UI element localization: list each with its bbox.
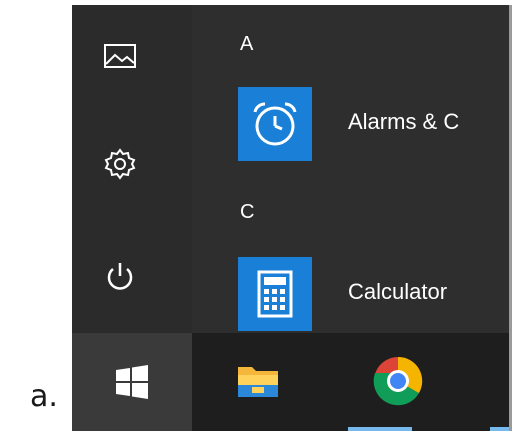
chrome-active-indicator: [348, 427, 412, 431]
figure-caption: a.: [30, 379, 58, 414]
app-label-alarms: Alarms & C: [348, 109, 460, 134]
power-icon: [107, 263, 133, 290]
settings-gear-icon: [104, 148, 136, 180]
start-left-rail: [72, 5, 192, 333]
app-label-calculator: Calculator: [348, 279, 448, 304]
file-explorer-icon: [238, 367, 278, 397]
pictures-button[interactable]: [97, 33, 143, 79]
section-header-a[interactable]: A: [240, 33, 253, 56]
calculator-icon: [257, 270, 293, 318]
windows-logo-icon: [116, 365, 148, 399]
section-header-c[interactable]: C: [240, 201, 254, 224]
start-menu-screenshot: A Alarms & C C Calculator: [72, 5, 512, 431]
alarm-clock-icon: [253, 102, 297, 146]
app-list: A Alarms & C C Calculator: [192, 5, 512, 333]
chrome-button[interactable]: [372, 355, 424, 407]
file-explorer-button[interactable]: [232, 355, 284, 407]
chrome-icon: [373, 356, 423, 406]
app-tile-alarms: [238, 87, 312, 161]
power-button[interactable]: [97, 253, 143, 299]
pictures-icon: [104, 44, 136, 68]
start-button[interactable]: [72, 333, 192, 431]
app-item-alarms[interactable]: Alarms & C: [238, 87, 512, 161]
app-item-calculator[interactable]: Calculator: [238, 257, 512, 331]
settings-button[interactable]: [97, 141, 143, 187]
app-tile-calculator: [238, 257, 312, 331]
taskbar: [72, 333, 512, 431]
